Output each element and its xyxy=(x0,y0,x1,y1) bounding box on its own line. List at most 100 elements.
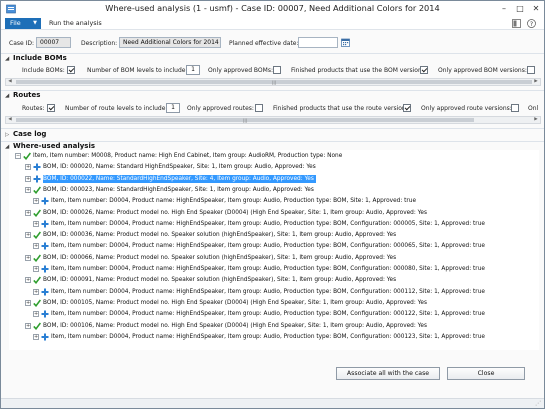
action-pane: File ▼ Run the analysis ? xyxy=(1,17,544,30)
bom-icon xyxy=(41,333,49,341)
include-boms-header[interactable]: ◢ Include BOMs xyxy=(5,54,67,62)
tree-expand-toggle[interactable]: + xyxy=(33,311,39,318)
bom-icon xyxy=(41,310,49,318)
tree-node-selected[interactable]: BOM, ID: 000022, Name: StandardHighEndSp… xyxy=(43,174,316,183)
scroll-left-icon[interactable]: ◀ xyxy=(6,79,14,85)
chevron-right-icon: ▷ xyxy=(5,132,10,138)
tree-node[interactable]: Item, Item number: D0004, Product name: … xyxy=(51,197,416,205)
scroll-right-icon[interactable]: ▶ xyxy=(532,79,540,85)
finished-route-version-checkbox[interactable] xyxy=(403,104,411,112)
tree-node[interactable]: Item, Item number: D0004, Product name: … xyxy=(51,310,485,318)
tree-expand-toggle[interactable]: + xyxy=(25,209,31,216)
check-icon xyxy=(33,276,41,285)
tree-node[interactable]: Item, Item number: D0004, Product name: … xyxy=(51,265,485,273)
tree-expand-toggle[interactable]: − xyxy=(15,153,21,159)
tree-node[interactable]: BOM, ID: 000066, Name: Product model no.… xyxy=(43,254,396,262)
check-icon xyxy=(23,152,31,160)
routes-scrollbar[interactable]: ◀ ||| ▶ xyxy=(5,116,541,124)
scrollbar-thumb[interactable]: ||| xyxy=(16,80,532,85)
include-boms-checkbox[interactable] xyxy=(67,66,75,74)
tree-node[interactable]: BOM, ID: 000036, Name: Product model no.… xyxy=(43,231,396,239)
tree-expand-toggle[interactable]: + xyxy=(25,232,31,239)
approved-bom-versions-checkbox[interactable] xyxy=(527,66,535,74)
tree-node[interactable]: BOM, ID: 000106, Name: Product model no.… xyxy=(43,322,427,330)
finished-bom-version-checkbox[interactable] xyxy=(420,66,428,74)
tree-node[interactable]: BOM, ID: 000020, Name: Standard HighEndS… xyxy=(43,163,316,171)
finished-route-version-label: Finished products that use the route ver… xyxy=(273,105,408,112)
tree-node[interactable]: BOM, ID: 000023, Name: StandardHighEndSp… xyxy=(43,186,314,194)
where-used-tree[interactable]: − Item, Item number: M0008, Product name:… xyxy=(9,150,539,350)
minimize-button[interactable]: – xyxy=(499,4,509,13)
chevron-down-icon: ▼ xyxy=(33,20,37,26)
section-divider xyxy=(1,53,544,54)
resize-grip-icon[interactable]: ⋰ xyxy=(535,400,541,407)
maximize-button[interactable]: □ xyxy=(515,4,525,13)
tree-expand-toggle[interactable]: + xyxy=(33,333,39,340)
tree-node[interactable]: BOM, ID: 000105, Name: Product model no.… xyxy=(43,299,427,307)
tree-node[interactable]: BOM, ID: 000026, Name: Product model no.… xyxy=(43,209,427,217)
routes-header[interactable]: ◢ Routes xyxy=(5,91,40,99)
scroll-left-icon[interactable]: ◀ xyxy=(6,117,14,123)
route-levels-input[interactable]: 1 xyxy=(166,103,180,113)
help-icon[interactable]: ? xyxy=(527,19,536,28)
grip-icon: ||| xyxy=(271,80,277,85)
bom-icon xyxy=(41,288,49,296)
grip-icon: ||| xyxy=(242,118,248,123)
tree-expand-toggle[interactable]: + xyxy=(33,220,39,227)
case-id-label: Case ID: xyxy=(9,40,35,47)
case-log-title: Case log xyxy=(13,130,47,138)
tree-node[interactable]: Item, Item number: D0004, Product name: … xyxy=(51,288,485,296)
layout-icon[interactable] xyxy=(512,19,521,28)
tree-expand-toggle[interactable]: + xyxy=(25,186,31,193)
scroll-right-icon[interactable]: ▶ xyxy=(532,117,540,123)
bom-levels-label: Number of BOM levels to include: xyxy=(87,67,188,74)
tree-expand-toggle[interactable]: + xyxy=(25,277,31,284)
close-button[interactable]: Close xyxy=(447,367,525,380)
section-divider xyxy=(1,90,544,91)
tree-node[interactable]: Item, Item number: D0004, Product name: … xyxy=(51,242,485,250)
associate-all-button[interactable]: Associate all with the case xyxy=(336,367,440,380)
bom-icon xyxy=(33,175,41,183)
case-log-header[interactable]: ▷ Case log xyxy=(5,130,46,138)
include-boms-scrollbar[interactable]: ◀ ||| ▶ xyxy=(5,78,541,86)
approved-routes-label: Only approved routes: xyxy=(187,105,254,112)
title-bar: Where-used analysis (1 - usmf) - Case ID… xyxy=(1,1,544,17)
tree-expand-toggle[interactable]: + xyxy=(25,164,31,171)
bom-levels-input[interactable]: 1 xyxy=(186,65,200,75)
truncated-label: Onl xyxy=(528,105,539,112)
approved-route-versions-checkbox[interactable] xyxy=(511,104,519,112)
run-analysis-button[interactable]: Run the analysis xyxy=(49,19,102,27)
tree-expand-toggle[interactable]: + xyxy=(33,266,39,272)
file-menu-button[interactable]: File ▼ xyxy=(5,18,41,29)
approved-bom-versions-label: Only approved BOM versions: xyxy=(438,67,527,74)
tree-node[interactable]: Item, Item number: D0004, Product name: … xyxy=(51,220,485,228)
tree-expand-toggle[interactable]: + xyxy=(25,322,31,329)
where-used-header[interactable]: ◢ Where-used analysis xyxy=(5,142,95,150)
check-icon xyxy=(33,322,41,330)
approved-boms-checkbox[interactable] xyxy=(273,66,281,74)
tree-expand-toggle[interactable]: + xyxy=(33,288,39,295)
tree-node[interactable]: BOM, ID: 000091, Name: Product model no.… xyxy=(43,276,396,284)
check-icon xyxy=(33,254,41,262)
tree-expand-toggle[interactable]: + xyxy=(33,243,39,250)
approved-route-versions-label: Only approved route versions: xyxy=(421,105,512,112)
tree-node[interactable]: Item, Item number: D0004, Product name: … xyxy=(51,333,485,341)
planned-date-label: Planned effective date: xyxy=(229,40,299,47)
svg-text:?: ? xyxy=(530,21,533,28)
tree-node[interactable]: Item, Item number: M0008, Product name: … xyxy=(33,152,342,160)
close-window-button[interactable]: ✕ xyxy=(531,4,541,13)
calendar-icon[interactable] xyxy=(341,38,350,47)
planned-date-input[interactable] xyxy=(298,37,338,48)
tree-expand-toggle[interactable]: + xyxy=(33,198,39,205)
tree-expand-toggle[interactable]: + xyxy=(25,175,31,182)
routes-label: Routes: xyxy=(22,105,45,112)
approved-routes-checkbox[interactable] xyxy=(255,104,263,112)
tree-expand-toggle[interactable]: + xyxy=(25,299,31,306)
finished-bom-version-label: Finished products that use the BOM versi… xyxy=(291,67,424,74)
scrollbar-thumb[interactable]: ||| xyxy=(16,118,474,123)
routes-checkbox[interactable] xyxy=(47,104,55,112)
tree-expand-toggle[interactable]: + xyxy=(25,254,31,261)
chevron-down-icon: ◢ xyxy=(5,56,10,62)
check-icon xyxy=(33,299,41,307)
include-boms-label: Include BOMs: xyxy=(22,67,65,74)
